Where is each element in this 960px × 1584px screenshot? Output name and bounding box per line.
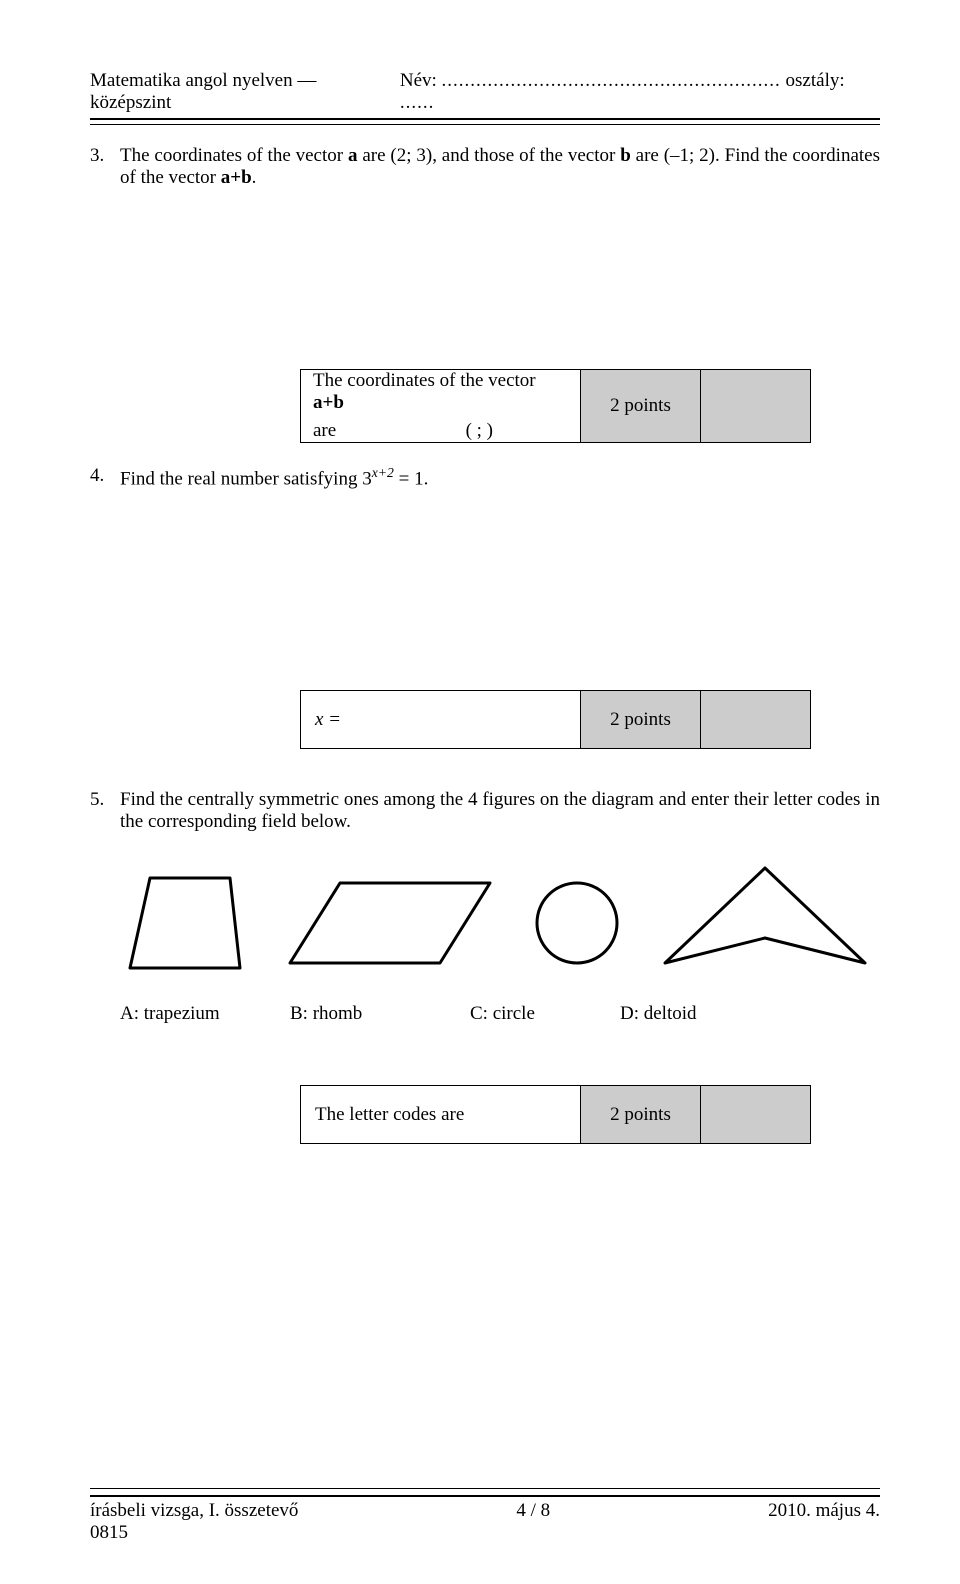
- header-subject: Matematika angol nyelven — középszint: [90, 70, 400, 114]
- header-rule-thin: [90, 124, 880, 125]
- q3-text: The coordinates of the vector a are (2; …: [120, 145, 880, 189]
- q3-answer-table: The coordinates of the vector a+b are ( …: [300, 369, 811, 443]
- class-dots: ......: [400, 92, 435, 113]
- q5-label-d: D: deltoid: [620, 1003, 770, 1025]
- footer-left: írásbeli vizsga, I. összetevő 0815: [90, 1500, 298, 1544]
- q4-points: 2 points: [581, 691, 701, 749]
- q5-answer-desc: The letter codes are: [301, 1086, 581, 1144]
- deltoid-icon: [655, 863, 875, 983]
- q5-label-c: C: circle: [470, 1003, 620, 1025]
- q5-label-a: A: trapezium: [120, 1003, 290, 1025]
- q4-answer-table: x = 2 points: [300, 690, 811, 749]
- q3-number: 3.: [90, 145, 120, 189]
- header-name-class: Név: ...................................…: [400, 70, 880, 114]
- class-label: osztály:: [786, 70, 845, 91]
- footer-rule-thin: [90, 1488, 880, 1489]
- q5-labels: A: trapezium B: rhomb C: circle D: delto…: [120, 1003, 880, 1025]
- q4-text: Find the real number satisfying 3x+2 = 1…: [120, 465, 880, 490]
- q5-label-b: B: rhomb: [290, 1003, 470, 1025]
- footer-center: 4 / 8: [516, 1500, 550, 1522]
- q4-score-empty: [701, 691, 811, 749]
- trapezium-icon: [120, 868, 250, 978]
- rhomb-icon: [280, 873, 500, 973]
- q3-answer-desc: The coordinates of the vector a+b are ( …: [301, 370, 581, 443]
- page-header: Matematika angol nyelven — középszint Né…: [90, 70, 880, 114]
- q4-answer-desc: x =: [301, 691, 581, 749]
- q5-figures: [120, 863, 880, 983]
- q3-points: 2 points: [581, 370, 701, 443]
- circle-icon: [530, 876, 625, 971]
- q5-text: Find the centrally symmetric ones among …: [120, 789, 880, 833]
- name-label: Név:: [400, 70, 437, 91]
- footer-rule-thick: [90, 1495, 880, 1497]
- name-dots: ........................................…: [442, 70, 781, 91]
- footer-right: 2010. május 4.: [768, 1500, 880, 1522]
- q4-number: 4.: [90, 465, 120, 490]
- question-4: 4. Find the real number satisfying 3x+2 …: [90, 465, 880, 490]
- q5-number: 5.: [90, 789, 120, 833]
- q3-score-empty: [701, 370, 811, 443]
- question-3: 3. The coordinates of the vector a are (…: [90, 145, 880, 189]
- q5-points: 2 points: [581, 1086, 701, 1144]
- q5-score-empty: [701, 1086, 811, 1144]
- q5-answer-table: The letter codes are 2 points: [300, 1085, 811, 1144]
- question-5: 5. Find the centrally symmetric ones amo…: [90, 789, 880, 833]
- header-rule-thick: [90, 118, 880, 120]
- page-footer: írásbeli vizsga, I. összetevő 0815 4 / 8…: [90, 1488, 880, 1544]
